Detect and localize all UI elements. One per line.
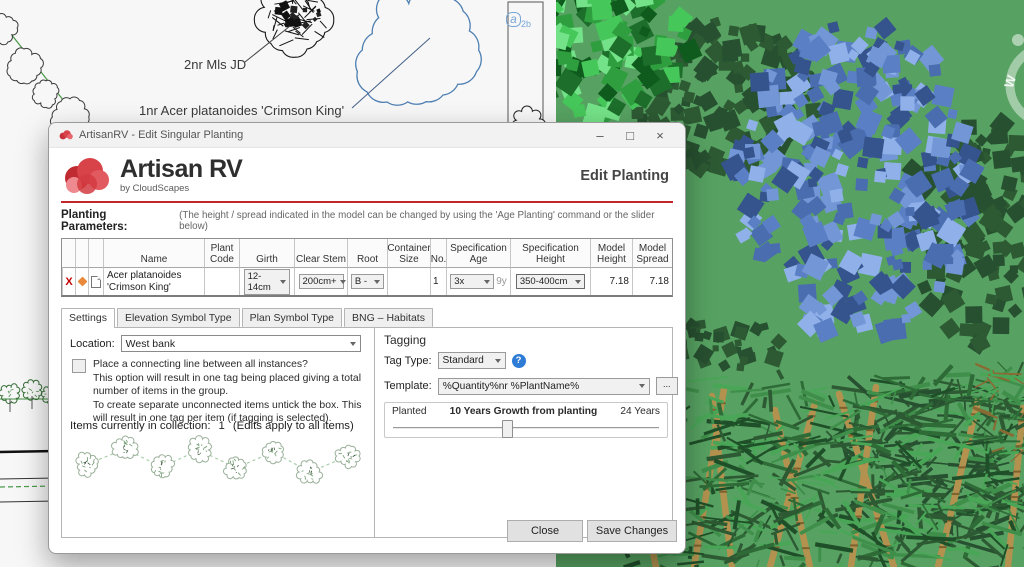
save-changes-button[interactable]: Save Changes xyxy=(587,520,677,542)
age-slider-group: Planted 10 Years Growth from planting 24… xyxy=(384,402,668,438)
girth-value: 12-14cm xyxy=(248,271,278,293)
edit-planting-dialog: ArtisanRV - Edit Singular Planting – □ ×… xyxy=(48,122,686,554)
col-root: Root xyxy=(347,239,387,267)
cell-container-size[interactable] xyxy=(387,267,430,295)
spec-height-value: 350-400cm xyxy=(520,276,568,287)
chevron-down-icon xyxy=(575,280,581,287)
col-spec-age: Specification Age xyxy=(446,239,510,267)
detail-letter: a xyxy=(506,12,521,27)
planting-table: Name Plant Code Girth Clear Stem Root Co… xyxy=(61,238,673,297)
cell-model-height: 7.18 xyxy=(590,267,632,295)
row-delete-icon[interactable]: X xyxy=(62,267,75,295)
app-icon xyxy=(59,130,73,140)
clear-stem-value: 200cm+ xyxy=(303,276,337,287)
age-min-label: Planted xyxy=(392,406,427,417)
age-slider-track[interactable] xyxy=(393,427,659,429)
tab-plan-symbol-type[interactable]: Plan Symbol Type xyxy=(242,308,342,327)
artisan-logo-cloud-icon xyxy=(63,158,111,194)
col-no: No. xyxy=(430,239,446,267)
planting-parameters-note: (The height / spread indicated in the mo… xyxy=(179,210,673,232)
items-in-collection-label: Items currently in collection: xyxy=(70,420,211,432)
row-modified-icon[interactable] xyxy=(75,267,88,295)
chevron-down-icon xyxy=(340,280,346,287)
brand-name: Artisan RV xyxy=(120,157,242,182)
root-dropdown[interactable]: B - xyxy=(347,267,387,295)
row-document-icon[interactable] xyxy=(88,267,103,295)
age-max-label: 24 Years xyxy=(620,406,660,417)
age-slider-thumb[interactable] xyxy=(502,420,513,438)
tab-settings[interactable]: Settings xyxy=(61,308,115,328)
chevron-down-icon xyxy=(350,342,356,349)
detail-ref: 2b xyxy=(521,19,531,29)
window-title: ArtisanRV - Edit Singular Planting xyxy=(79,129,585,141)
spec-age-years: 9y xyxy=(496,276,507,287)
tag-type-value: Standard xyxy=(443,355,484,366)
planting-parameters-label: Planting Parameters: xyxy=(61,209,173,233)
chevron-down-icon xyxy=(484,280,490,287)
help-icon[interactable]: ? xyxy=(512,354,526,368)
col-spec-height: Specification Height xyxy=(510,239,590,267)
brand-subtitle: by CloudScapes xyxy=(120,183,242,194)
chevron-down-icon xyxy=(280,280,286,287)
settings-panel: Location: West bank Place a connecting l… xyxy=(61,327,673,538)
chevron-down-icon xyxy=(639,384,645,391)
collection-preview xyxy=(68,434,372,490)
col-clear-stem: Clear Stem xyxy=(294,239,347,267)
connect-line-checkbox[interactable] xyxy=(72,359,86,373)
page-title: Edit Planting xyxy=(580,168,669,184)
location-dropdown[interactable]: West bank xyxy=(121,335,361,352)
tab-bng-habitats[interactable]: BNG – Habitats xyxy=(344,308,433,327)
tab-elevation-symbol-type[interactable]: Elevation Symbol Type xyxy=(117,308,240,327)
connect-line-desc1: This option will result in one tag being… xyxy=(93,372,370,398)
col-model-spread: Model Spread xyxy=(632,239,672,267)
panel-divider xyxy=(374,328,375,537)
tagging-section-title: Tagging xyxy=(384,333,426,347)
detail-callout: a2b xyxy=(506,12,531,29)
col-girth: Girth xyxy=(239,239,294,267)
connect-line-label: Place a connecting line between all inst… xyxy=(93,358,370,371)
col-plant-code: Plant Code xyxy=(204,239,239,267)
chevron-down-icon xyxy=(495,359,501,366)
minimize-button[interactable]: – xyxy=(585,128,615,143)
cell-name: Acer platanoides 'Crimson King' xyxy=(103,267,204,295)
chevron-down-icon xyxy=(374,280,380,287)
girth-dropdown[interactable]: 12-14cm xyxy=(239,267,294,295)
dialog-titlebar[interactable]: ArtisanRV - Edit Singular Planting – □ × xyxy=(49,123,685,148)
root-value: B - xyxy=(355,276,367,287)
cell-plant-code[interactable] xyxy=(204,267,239,295)
template-label: Template: xyxy=(384,380,432,392)
plan-tag-mls: 2nr Mls JD xyxy=(184,57,246,72)
spec-age-value: 3x xyxy=(454,276,464,287)
location-label: Location: xyxy=(70,338,115,350)
spec-age-dropdown[interactable]: 3x 9y xyxy=(446,267,510,295)
col-container-size: Container Size xyxy=(387,239,430,267)
cell-no: 1 xyxy=(430,267,446,295)
cell-model-spread: 7.18 xyxy=(632,267,672,295)
age-current-label: 10 Years Growth from planting xyxy=(450,406,598,417)
template-value: %Quantity%nr %PlantName% xyxy=(443,381,579,392)
location-value: West bank xyxy=(126,338,175,350)
template-browse-button[interactable]: ... xyxy=(656,377,678,395)
template-dropdown[interactable]: %Quantity%nr %PlantName% xyxy=(438,378,650,395)
close-button[interactable]: Close xyxy=(507,520,583,542)
close-window-button[interactable]: × xyxy=(645,128,675,143)
items-note: (Edits apply to all items) xyxy=(233,420,354,432)
tag-type-label: Tag Type: xyxy=(384,355,432,367)
items-count: 1 xyxy=(219,420,225,432)
plan-tag-acer: 1nr Acer platanoides 'Crimson King' xyxy=(139,103,344,118)
spec-height-dropdown[interactable]: 350-400cm xyxy=(510,267,590,295)
tag-type-dropdown[interactable]: Standard xyxy=(438,352,506,369)
col-name: Name xyxy=(103,239,204,267)
col-model-height: Model Height xyxy=(590,239,632,267)
clear-stem-dropdown[interactable]: 200cm+ xyxy=(294,267,347,295)
maximize-button[interactable]: □ xyxy=(615,128,645,143)
accent-divider xyxy=(61,201,673,203)
